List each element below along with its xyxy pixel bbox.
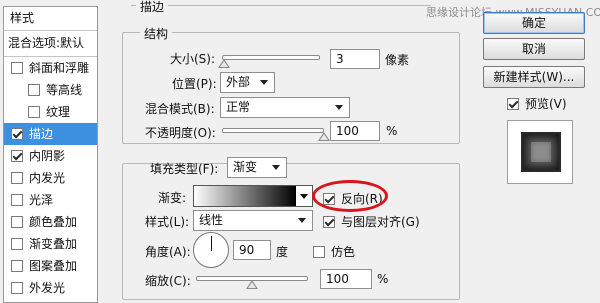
style-item[interactable]: 颜色叠加 bbox=[4, 211, 97, 233]
angle-input[interactable]: 90 bbox=[233, 240, 271, 260]
align-label: 与图层对齐(G) bbox=[341, 215, 420, 229]
style-item-label: 纹理 bbox=[46, 104, 71, 119]
style-item[interactable]: 内发光 bbox=[4, 167, 97, 189]
size-slider-track[interactable] bbox=[222, 55, 320, 60]
dither-option[interactable]: 仿色 bbox=[313, 243, 355, 260]
style-item[interactable]: 光泽 bbox=[4, 189, 97, 211]
angle-label: 角度(A): bbox=[145, 245, 191, 259]
style-item-checkbox[interactable] bbox=[11, 216, 23, 228]
style-select[interactable]: 线性 bbox=[193, 210, 313, 231]
size-slider-thumb[interactable] bbox=[217, 59, 230, 68]
style-item-label: 图案叠加 bbox=[29, 258, 78, 273]
style-item[interactable]: 描边 bbox=[4, 123, 97, 145]
chevron-down-icon bbox=[298, 218, 306, 223]
style-preview bbox=[507, 120, 573, 184]
new-style-button[interactable]: 新建样式(W)... bbox=[483, 66, 585, 88]
opacity-unit: % bbox=[386, 124, 398, 138]
style-item-label: 内发光 bbox=[29, 170, 66, 185]
style-select-value: 线性 bbox=[199, 213, 224, 227]
scale-unit: % bbox=[377, 272, 389, 286]
gradient-picker-button[interactable] bbox=[296, 185, 313, 207]
blend-mode-select[interactable]: 正常 bbox=[220, 97, 350, 118]
preview-checkbox[interactable] bbox=[507, 97, 519, 110]
style-item-label: 渐变叠加 bbox=[29, 236, 78, 251]
stroke-divider bbox=[131, 5, 431, 6]
style-item[interactable]: 纹理 bbox=[4, 101, 97, 123]
gradient-label: 渐变: bbox=[158, 191, 187, 205]
chevron-down-icon bbox=[260, 80, 268, 85]
opacity-label: 不透明度(O): bbox=[145, 126, 216, 140]
style-items: 斜面和浮雕等高线纹理描边内阴影内发光光泽颜色叠加渐变叠加图案叠加外发光 bbox=[4, 57, 97, 299]
position-select[interactable]: 外部 bbox=[220, 72, 275, 93]
structure-group-title: 结构 bbox=[140, 25, 173, 42]
style-item-checkbox[interactable] bbox=[11, 260, 23, 272]
style-item-checkbox[interactable] bbox=[28, 84, 40, 96]
fill-type-select-value: 渐变 bbox=[233, 160, 258, 174]
style-item-checkbox[interactable] bbox=[11, 238, 23, 250]
dither-checkbox[interactable] bbox=[313, 245, 325, 258]
angle-dial[interactable] bbox=[193, 232, 229, 268]
opacity-input[interactable]: 100 bbox=[330, 121, 380, 141]
styles-list: 样式 混合选项:默认 斜面和浮雕等高线纹理描边内阴影内发光光泽颜色叠加渐变叠加图… bbox=[3, 6, 98, 303]
style-item-checkbox[interactable] bbox=[11, 282, 23, 294]
preview-option[interactable]: 预览(V) bbox=[507, 95, 567, 112]
scale-input[interactable]: 100 bbox=[320, 269, 372, 289]
styles-list-header: 样式 bbox=[4, 7, 97, 31]
style-item-checkbox[interactable] bbox=[11, 194, 23, 206]
preview-label: 预览(V) bbox=[525, 97, 567, 111]
cancel-button[interactable]: 取消 bbox=[483, 38, 585, 60]
angle-unit: 度 bbox=[276, 245, 289, 259]
size-input[interactable]: 3 bbox=[330, 49, 380, 69]
style-item-checkbox[interactable] bbox=[11, 172, 23, 184]
angle-dial-needle bbox=[211, 236, 212, 251]
style-item[interactable]: 斜面和浮雕 bbox=[4, 57, 97, 79]
style-item-label: 内阴影 bbox=[29, 148, 66, 163]
style-item[interactable]: 内阴影 bbox=[4, 145, 97, 167]
ok-button[interactable]: 确定 bbox=[483, 12, 585, 34]
position-select-value: 外部 bbox=[226, 75, 251, 89]
chevron-down-icon bbox=[272, 165, 280, 170]
dither-label: 仿色 bbox=[331, 245, 356, 259]
size-unit: 像素 bbox=[385, 53, 410, 67]
style-item-label: 外发光 bbox=[29, 280, 66, 295]
style-item[interactable]: 外发光 bbox=[4, 277, 97, 299]
style-item[interactable]: 图案叠加 bbox=[4, 255, 97, 277]
position-label: 位置(P): bbox=[172, 77, 217, 91]
style-item-label: 颜色叠加 bbox=[29, 214, 78, 229]
blend-options-item[interactable]: 混合选项:默认 bbox=[4, 31, 97, 57]
stroke-section-title: 描边 bbox=[136, 0, 169, 15]
scale-label: 缩放(C): bbox=[145, 274, 191, 288]
style-item-label: 斜面和浮雕 bbox=[29, 60, 90, 75]
align-option[interactable]: 与图层对齐(G) bbox=[323, 213, 420, 230]
size-label: 大小(S): bbox=[170, 52, 216, 66]
style-item-checkbox[interactable] bbox=[28, 106, 40, 118]
chevron-down-icon bbox=[335, 105, 343, 110]
style-item[interactable]: 等高线 bbox=[4, 79, 97, 101]
style-item-checkbox[interactable] bbox=[11, 128, 23, 140]
fill-type-label: 填充类型(F): bbox=[150, 162, 219, 176]
gradient-preview[interactable] bbox=[193, 185, 297, 207]
opacity-slider-thumb[interactable] bbox=[318, 132, 330, 141]
opacity-slider-track[interactable] bbox=[222, 128, 324, 133]
style-item-label: 光泽 bbox=[29, 192, 54, 207]
style-item-checkbox[interactable] bbox=[11, 62, 23, 74]
blend-mode-label: 混合模式(B): bbox=[145, 102, 215, 116]
preview-thumbnail bbox=[521, 132, 561, 172]
fill-type-select[interactable]: 渐变 bbox=[227, 157, 287, 178]
scale-slider-thumb[interactable] bbox=[246, 280, 258, 289]
style-item-label: 等高线 bbox=[46, 82, 83, 97]
align-checkbox[interactable] bbox=[323, 215, 335, 228]
style-item-label: 描边 bbox=[29, 126, 54, 141]
highlight-ring bbox=[312, 180, 388, 212]
style-item-checkbox[interactable] bbox=[11, 150, 23, 162]
style-label: 样式(L): bbox=[145, 215, 190, 229]
blend-mode-select-value: 正常 bbox=[226, 100, 251, 114]
style-item[interactable]: 渐变叠加 bbox=[4, 233, 97, 255]
